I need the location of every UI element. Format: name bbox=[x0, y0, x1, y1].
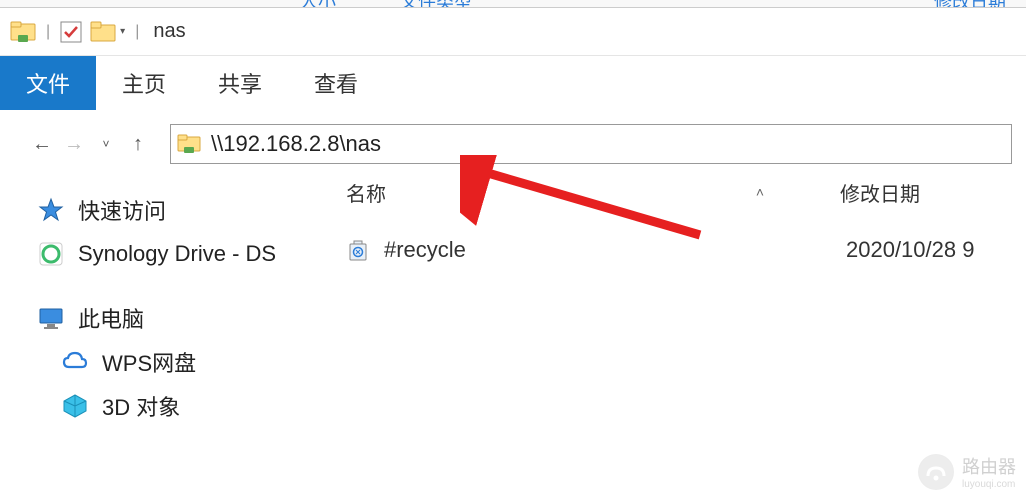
column-headers: 名称 ˄ 修改日期 bbox=[328, 170, 1026, 214]
column-label: 修改日期 bbox=[840, 184, 920, 206]
sidebar-item-label: 快速访问 bbox=[78, 194, 166, 226]
recycle-bin-icon bbox=[346, 238, 370, 262]
watermark-sub: luyouqi.com bbox=[962, 479, 1016, 490]
file-date: 2020/10/28 9 bbox=[830, 237, 974, 263]
folder-icon[interactable] bbox=[90, 21, 116, 43]
frag-col1: 人小 bbox=[300, 0, 336, 8]
column-header-name[interactable]: 名称 ˄ bbox=[328, 178, 824, 207]
tab-share[interactable]: 共享 bbox=[192, 56, 288, 110]
column-header-date[interactable]: 修改日期 bbox=[824, 178, 1026, 207]
watermark: 路由器 luyouqi.com bbox=[918, 453, 1016, 490]
star-icon bbox=[38, 197, 64, 223]
separator: | bbox=[46, 23, 50, 41]
tab-home[interactable]: 主页 bbox=[96, 56, 192, 110]
sidebar-wps-drive[interactable]: WPS网盘 bbox=[38, 340, 328, 384]
sidebar-item-label: Synology Drive - DS bbox=[78, 241, 276, 267]
pc-icon bbox=[38, 305, 64, 331]
sidebar-item-label: 此电脑 bbox=[78, 302, 144, 334]
network-folder-icon bbox=[177, 134, 201, 154]
window-title: nas bbox=[153, 20, 185, 43]
cloud-icon bbox=[62, 349, 88, 375]
address-bar[interactable]: \\192.168.2.8\nas bbox=[170, 124, 1012, 164]
up-button[interactable]: ↑ bbox=[124, 130, 152, 158]
watermark-icon bbox=[918, 454, 954, 490]
sidebar-quick-access[interactable]: 快速访问 bbox=[38, 188, 328, 232]
title-bar: | ▾ | nas bbox=[0, 8, 1026, 56]
sidebar-synology-drive[interactable]: Synology Drive - DS bbox=[38, 232, 328, 276]
sidebar: 快速访问 Synology Drive - DS 此电脑 WPS网盘 3D 对 bbox=[0, 170, 328, 500]
forward-button[interactable]: → bbox=[60, 130, 88, 158]
dropdown-icon[interactable]: ▾ bbox=[120, 26, 125, 37]
file-list-panel: 名称 ˄ 修改日期 #recycle 2020/10/28 9 bbox=[328, 170, 1026, 500]
column-label: 名称 bbox=[346, 178, 386, 207]
tab-file[interactable]: 文件 bbox=[0, 56, 96, 110]
checkbox-icon[interactable] bbox=[60, 21, 82, 43]
synology-icon bbox=[38, 241, 64, 267]
file-row[interactable]: #recycle 2020/10/28 9 bbox=[328, 228, 1026, 272]
frag-col3: 修改日期 bbox=[934, 0, 1006, 8]
network-folder-icon bbox=[10, 21, 36, 43]
cube-icon bbox=[62, 393, 88, 419]
content-area: 快速访问 Synology Drive - DS 此电脑 WPS网盘 3D 对 bbox=[0, 170, 1026, 500]
watermark-text: 路由器 bbox=[962, 453, 1016, 479]
file-name: #recycle bbox=[384, 237, 830, 263]
separator: | bbox=[135, 23, 139, 41]
sort-caret-icon: ˄ bbox=[756, 184, 824, 200]
sidebar-item-label: 3D 对象 bbox=[102, 390, 180, 422]
sidebar-this-pc[interactable]: 此电脑 bbox=[38, 296, 328, 340]
nav-bar: ← → ˅ ↑ \\192.168.2.8\nas bbox=[0, 118, 1026, 170]
ribbon: 文件 主页 共享 查看 bbox=[0, 56, 1026, 110]
top-fragment: 人小 文件类型 修改日期 bbox=[0, 0, 1026, 8]
recent-dropdown[interactable]: ˅ bbox=[92, 130, 120, 158]
address-path: \\192.168.2.8\nas bbox=[211, 131, 381, 157]
tab-view[interactable]: 查看 bbox=[288, 56, 384, 110]
sidebar-3d-objects[interactable]: 3D 对象 bbox=[38, 384, 328, 428]
sidebar-item-label: WPS网盘 bbox=[102, 346, 196, 378]
frag-col2: 文件类型 bbox=[400, 0, 472, 8]
back-button[interactable]: ← bbox=[28, 130, 56, 158]
